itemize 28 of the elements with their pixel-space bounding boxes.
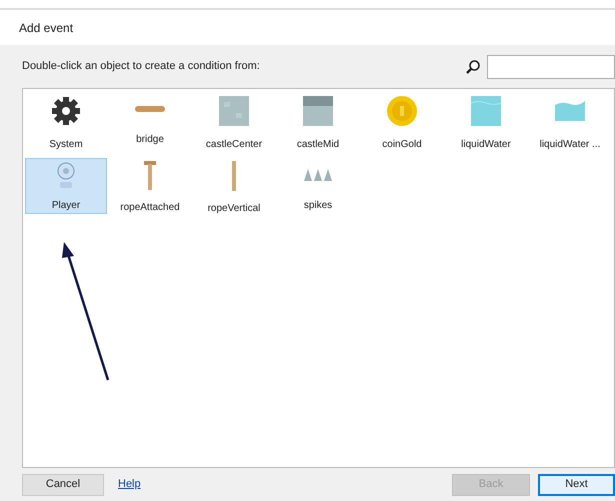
object-item[interactable]: castleMid (277, 92, 359, 148)
object-item[interactable]: liquidWater (445, 92, 527, 148)
object-item[interactable]: liquidWater ... (529, 92, 611, 148)
next-button[interactable]: Next (538, 474, 615, 496)
object-item[interactable]: ropeVertical (193, 158, 275, 214)
stone-tile-icon (302, 95, 334, 127)
window-title: Add event (19, 20, 74, 36)
coin-icon (386, 95, 418, 127)
object-item[interactable]: castleCenter (193, 92, 275, 148)
object-item[interactable]: coinGold (361, 92, 443, 148)
rope-icon (232, 161, 236, 191)
cancel-button[interactable]: Cancel (22, 474, 104, 496)
search-icon (465, 58, 481, 74)
search-field[interactable] (487, 54, 615, 78)
rope-icon (144, 161, 156, 190)
spikes-icon (304, 168, 332, 180)
gear-icon (50, 95, 82, 127)
stone-tile-icon (218, 95, 250, 127)
object-item[interactable]: ropeAttached (109, 158, 191, 214)
plank-icon (135, 106, 165, 112)
object-item[interactable]: System (25, 92, 107, 148)
object-item[interactable]: spikes (277, 158, 359, 214)
object-item[interactable]: bridge (109, 92, 191, 148)
instruction-text: Double-click an object to create a condition from: (22, 59, 260, 74)
object-item[interactable]: Player (25, 158, 107, 214)
figure-icon (57, 162, 75, 188)
help-link[interactable]: Help (118, 476, 141, 493)
water-tile-icon (470, 95, 502, 127)
